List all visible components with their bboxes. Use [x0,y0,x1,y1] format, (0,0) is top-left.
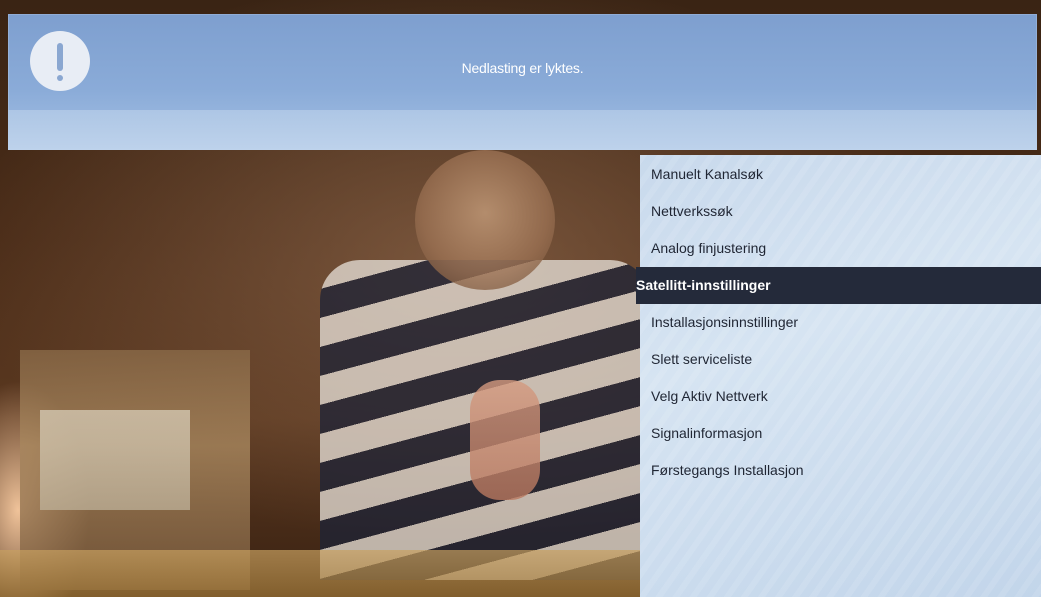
menu-item-label: Analog finjustering [651,240,767,256]
menu-item-slett-serviceliste[interactable]: Slett serviceliste [640,341,1041,378]
menu-item-installasjonsinnstillinger[interactable]: Installasjonsinnstillinger [640,304,1041,341]
reflection-table [0,550,640,597]
notification-message: Nedlasting er lyktes. [461,60,584,76]
menu-item-label: Manuelt Kanalsøk [651,166,764,182]
menu-item-forstegangs-installasjon[interactable]: Førstegangs Installasjon [640,452,1041,489]
banner-lower-band [8,110,1037,150]
menu-item-velg-aktiv-nettverk[interactable]: Velg Aktiv Nettverk [640,378,1041,415]
menu-item-manuelt-kanalsok[interactable]: Manuelt Kanalsøk [640,156,1041,193]
notification-banner: Nedlasting er lyktes. [8,14,1037,150]
menu-list: Manuelt Kanalsøk Nettverkssøk Analog fin… [636,155,1041,489]
menu-item-label: Installasjonsinnstillinger [651,314,799,330]
menu-item-nettverkssok[interactable]: Nettverkssøk [640,193,1041,230]
reflection-hand [470,380,540,500]
menu-item-label: Nettverkssøk [651,203,733,219]
menu-item-signalinformasjon[interactable]: Signalinformasjon [640,415,1041,452]
menu-item-label: Slett serviceliste [651,351,753,367]
reflection-head [415,150,555,290]
menu-item-label: Satellitt-innstillinger [636,277,771,293]
tv-screen: Nedlasting er lyktes. Manuelt Kanalsøk N… [0,0,1041,597]
reflection-paper [40,410,190,510]
installation-menu: Manuelt Kanalsøk Nettverkssøk Analog fin… [636,155,1041,597]
menu-item-label: Førstegangs Installasjon [651,462,804,478]
menu-item-label: Signalinformasjon [651,425,763,441]
menu-item-label: Velg Aktiv Nettverk [651,388,768,404]
menu-item-analog-finjustering[interactable]: Analog finjustering [640,230,1041,267]
menu-item-satellitt-innstillinger[interactable]: Satellitt-innstillinger [636,267,1041,304]
